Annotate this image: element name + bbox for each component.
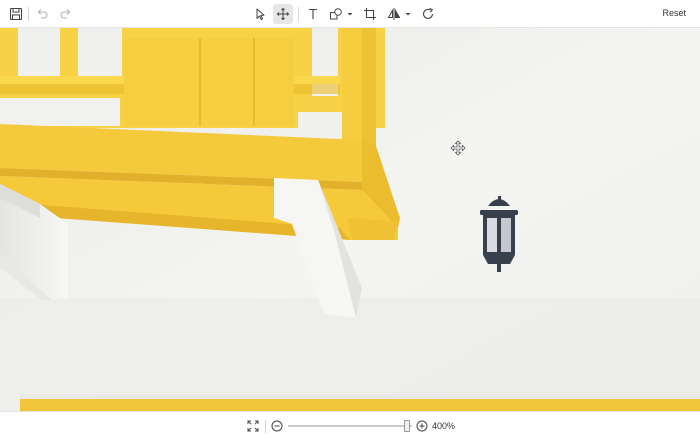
save-icon [9, 7, 23, 21]
undo-icon [37, 9, 48, 19]
move-cursor-icon [450, 140, 466, 156]
flip-tool-button[interactable] [384, 4, 404, 24]
zoom-in-button[interactable] [414, 418, 430, 434]
toolbar-divider [28, 7, 29, 21]
save-button[interactable] [6, 4, 26, 24]
fit-to-screen-button[interactable] [245, 418, 261, 434]
zoom-out-icon [271, 420, 283, 432]
zoom-in-icon [416, 420, 428, 432]
image-editor: Reset 400% [0, 0, 700, 440]
pan-tool-button[interactable] [273, 4, 293, 24]
text-tool-button[interactable] [303, 4, 323, 24]
zoom-slider-thumb[interactable] [403, 420, 410, 432]
chevron-down-icon[interactable] [346, 9, 354, 19]
zoom-slider-track[interactable] [288, 425, 412, 427]
fit-screen-icon [247, 420, 259, 432]
shapes-tool-button[interactable] [326, 4, 346, 24]
reset-button[interactable]: Reset [662, 8, 686, 18]
photo [0, 28, 700, 411]
rotate-button[interactable] [418, 4, 438, 24]
redo-icon [60, 9, 71, 19]
undo-button[interactable] [32, 4, 52, 24]
cursor-icon [256, 8, 265, 20]
bottom-zoom-bar: 400% [0, 411, 700, 440]
top-toolbar: Reset [0, 0, 700, 28]
crop-icon [364, 8, 376, 20]
zoom-level-label: 400% [432, 421, 456, 431]
redo-button[interactable] [56, 4, 76, 24]
move-icon [276, 7, 290, 21]
image-canvas[interactable] [0, 28, 700, 411]
chevron-down-icon[interactable] [404, 9, 412, 19]
rotate-icon [422, 7, 434, 19]
select-tool-button[interactable] [250, 4, 270, 24]
flip-icon [387, 8, 401, 20]
zoom-out-button[interactable] [269, 418, 285, 434]
crop-tool-button[interactable] [360, 4, 380, 24]
toolbar-divider [298, 7, 299, 21]
shapes-icon [330, 8, 342, 20]
bottombar-divider [265, 420, 266, 433]
text-icon [309, 8, 317, 19]
